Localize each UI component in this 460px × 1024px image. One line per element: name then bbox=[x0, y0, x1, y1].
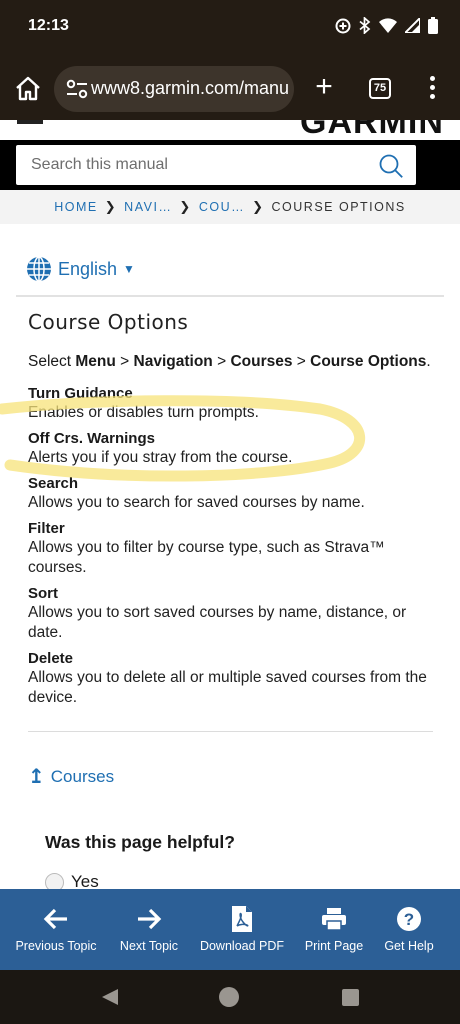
page-title: Course Options bbox=[28, 310, 189, 334]
course-options-term: Course Options bbox=[310, 353, 427, 370]
signal-icon bbox=[405, 18, 420, 33]
previous-topic-label: Previous Topic bbox=[15, 939, 97, 953]
breadcrumb-courses[interactable]: COU… bbox=[199, 200, 245, 214]
bluetooth-icon bbox=[359, 17, 371, 34]
globe-icon bbox=[27, 256, 51, 282]
parent-topic-link[interactable]: ↥ Courses bbox=[28, 764, 114, 789]
option-title: Filter bbox=[28, 520, 65, 537]
download-pdf-button[interactable]: Download PDF bbox=[186, 889, 298, 970]
option-title: Search bbox=[28, 475, 79, 492]
option-sort: Sort Allows you to sort saved courses by… bbox=[28, 584, 448, 643]
hamburger-menu-icon[interactable] bbox=[17, 120, 43, 124]
system-navigation-bar bbox=[0, 970, 460, 1024]
option-search: Search Allows you to search for saved co… bbox=[28, 474, 448, 513]
next-topic-button[interactable]: Next Topic bbox=[112, 889, 186, 970]
data-saver-icon bbox=[335, 18, 351, 33]
menu-term: Menu bbox=[75, 353, 116, 370]
back-icon[interactable] bbox=[101, 988, 119, 1006]
courses-term: Courses bbox=[230, 353, 293, 370]
navigation-term: Navigation bbox=[133, 353, 213, 370]
recents-icon[interactable] bbox=[342, 989, 359, 1006]
option-title: Turn Guidance bbox=[28, 385, 133, 402]
home-circle-icon[interactable] bbox=[219, 987, 239, 1007]
url-text: www8.garmin.com/manu bbox=[91, 78, 290, 98]
option-description: Alerts you if you stray from the course. bbox=[28, 449, 293, 466]
option-description: Allows you to search for saved courses b… bbox=[28, 494, 365, 511]
parent-topic-label: Courses bbox=[50, 766, 115, 786]
language-label: English bbox=[58, 258, 118, 279]
print-page-button[interactable]: Print Page bbox=[298, 889, 370, 970]
option-delete: Delete Allows you to delete all or multi… bbox=[28, 649, 448, 708]
option-filter: Filter Allows you to filter by course ty… bbox=[28, 519, 448, 578]
option-description: Allows you to delete all or multiple sav… bbox=[28, 669, 427, 706]
print-page-label: Print Page bbox=[304, 939, 364, 953]
options-list: Turn Guidance Enables or disables turn p… bbox=[28, 384, 448, 714]
arrow-left-icon bbox=[43, 908, 67, 930]
battery-icon bbox=[428, 17, 438, 34]
garmin-logo[interactable]: GARMIN bbox=[300, 120, 444, 142]
search-box bbox=[16, 145, 416, 185]
home-icon[interactable] bbox=[14, 75, 42, 103]
address-bar[interactable]: www8.garmin.com/manu bbox=[54, 66, 294, 112]
search-input[interactable] bbox=[16, 145, 366, 185]
breadcrumb: HOME ❯ NAVI… ❯ COU… ❯ COURSE OPTIONS bbox=[0, 190, 460, 224]
get-help-label: Get Help bbox=[384, 939, 434, 953]
bottom-toolbar: Previous Topic Next Topic Download PDF P… bbox=[0, 889, 460, 970]
site-header: GARMIN bbox=[0, 120, 460, 190]
option-description: Enables or disables turn prompts. bbox=[28, 404, 259, 421]
next-topic-label: Next Topic bbox=[119, 939, 179, 953]
arrow-right-icon bbox=[138, 908, 162, 930]
breadcrumb-home[interactable]: HOME bbox=[54, 200, 98, 214]
site-settings-icon[interactable] bbox=[66, 79, 88, 99]
option-turn-guidance: Turn Guidance Enables or disables turn p… bbox=[28, 384, 448, 423]
option-title: Sort bbox=[28, 585, 58, 602]
download-pdf-label: Download PDF bbox=[199, 939, 285, 953]
status-bar: 12:13 bbox=[0, 0, 460, 56]
option-off-course-warnings: Off Crs. Warnings Alerts you if you stra… bbox=[28, 429, 448, 468]
help-circle-icon: ? bbox=[397, 907, 421, 931]
option-title: Off Crs. Warnings bbox=[28, 430, 155, 447]
status-icons bbox=[335, 17, 438, 34]
chevron-right-icon: ❯ bbox=[104, 199, 118, 214]
status-time: 12:13 bbox=[28, 17, 69, 34]
feedback-question: Was this page helpful? bbox=[45, 832, 235, 852]
language-selector[interactable]: English ▼ bbox=[26, 256, 135, 282]
chevron-right-icon: ❯ bbox=[179, 199, 192, 214]
chevron-right-icon: ❯ bbox=[252, 199, 265, 214]
previous-topic-button[interactable]: Previous Topic bbox=[0, 889, 112, 970]
option-title: Delete bbox=[28, 650, 74, 667]
svg-text:?: ? bbox=[404, 910, 414, 929]
browser-toolbar: www8.garmin.com/manu + 75 bbox=[0, 56, 460, 120]
option-description: Allows you to sort saved courses by name… bbox=[28, 604, 407, 641]
divider bbox=[28, 731, 433, 732]
option-description: Allows you to filter by course type, suc… bbox=[28, 539, 385, 576]
up-arrow-icon: ↥ bbox=[28, 766, 45, 788]
printer-icon bbox=[322, 908, 346, 931]
pdf-file-icon bbox=[232, 906, 252, 932]
intro-text: Select Menu > Navigation > Courses > Cou… bbox=[28, 353, 431, 370]
overflow-menu-icon[interactable] bbox=[424, 74, 440, 102]
get-help-button[interactable]: ? Get Help bbox=[370, 889, 448, 970]
divider bbox=[16, 295, 444, 297]
breadcrumb-current: COURSE OPTIONS bbox=[271, 200, 406, 214]
plus-icon[interactable]: + bbox=[308, 72, 340, 104]
breadcrumb-navigation[interactable]: NAVI… bbox=[124, 200, 172, 214]
caret-down-icon: ▼ bbox=[123, 262, 135, 276]
search-icon[interactable] bbox=[378, 153, 404, 179]
wifi-icon bbox=[379, 18, 397, 33]
tab-switcher-icon[interactable]: 75 bbox=[369, 78, 391, 99]
